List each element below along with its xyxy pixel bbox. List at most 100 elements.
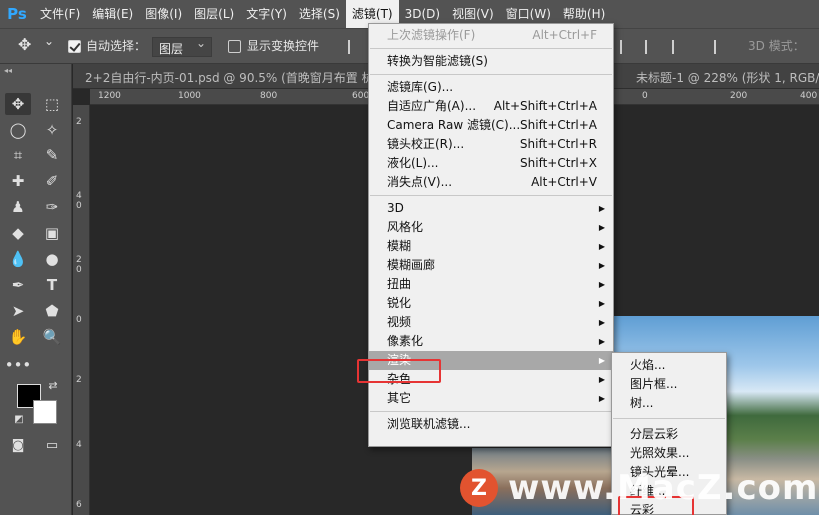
eraser-tool-icon[interactable]: ◆ xyxy=(5,222,31,244)
menu-item-shortcut: Alt+Ctrl+F xyxy=(532,28,597,42)
menu-item-label: 锐化 xyxy=(387,296,412,310)
gradient-tool-icon[interactable]: ▣ xyxy=(39,222,65,244)
filter-menu-item[interactable]: 视频 ▶ xyxy=(369,313,613,332)
ruler-tick-label: 2 0 xyxy=(76,255,82,275)
blur-tool-icon[interactable]: 💧 xyxy=(5,248,31,270)
menu-item-shortcut: Shift+Ctrl+R xyxy=(519,137,597,151)
dodge-tool-icon[interactable]: ● xyxy=(39,248,65,270)
screen-mode-icon[interactable]: ▭ xyxy=(39,434,65,456)
filter-menu-item[interactable]: Camera Raw 滤镜(C)... Shift+Ctrl+A xyxy=(369,116,613,135)
menu-item-label: 滤镜库(G)... xyxy=(387,80,454,94)
render-menu-item[interactable]: 光照效果... xyxy=(612,444,726,463)
menu-item-label: Camera Raw 滤镜(C)... xyxy=(387,118,521,132)
clone-stamp-tool-icon[interactable]: ♟ xyxy=(5,196,31,218)
panel-collapse-icon[interactable]: ◂◂ xyxy=(4,66,12,75)
document-tab-active[interactable]: 2+2自由行-内页-01.psd @ 90.5% (首晚窗月布置 杭 xyxy=(85,69,374,86)
brush-tool-icon[interactable]: ✐ xyxy=(39,170,65,192)
menu-item[interactable]: 文件(F) xyxy=(34,0,86,28)
submenu-arrow-icon: ▶ xyxy=(598,204,605,213)
ruler-tick-label: 2 xyxy=(76,117,82,127)
menu-item-label: 模糊画廊 xyxy=(387,258,436,272)
align-top-icon[interactable] xyxy=(348,40,358,54)
edit-toolbar-icon[interactable]: ••• xyxy=(5,354,32,376)
photoshop-logo: Ps xyxy=(7,5,27,23)
distribute-horizontal-icon[interactable] xyxy=(672,40,682,54)
filter-menu-item[interactable]: 消失点(V)... Alt+Ctrl+V xyxy=(369,173,613,192)
menu-item[interactable]: 图层(L) xyxy=(188,0,240,28)
filter-menu-item[interactable]: 风格化 ▶ xyxy=(369,218,613,237)
ruler-tick-label: 200 xyxy=(730,91,748,101)
ruler-tick-label: 600 xyxy=(352,91,370,101)
menu-item[interactable]: 选择(S) xyxy=(293,0,346,28)
show-transform-checkbox[interactable] xyxy=(228,40,241,53)
default-colors-icon[interactable]: ◩ xyxy=(12,412,26,426)
filter-menu-item[interactable]: 3D ▶ xyxy=(369,199,613,218)
menu-item[interactable]: 文字(Y) xyxy=(240,0,293,28)
auto-select-checkbox[interactable] xyxy=(68,40,81,53)
menu-separator xyxy=(370,74,612,75)
ruler-tick-label: 1200 xyxy=(98,91,121,101)
crop-tool-icon[interactable]: ⌗ xyxy=(5,144,31,166)
align-vcenter-icon[interactable] xyxy=(620,40,630,54)
filter-menu-item[interactable]: 锐化 ▶ xyxy=(369,294,613,313)
healing-brush-tool-icon[interactable]: ✚ xyxy=(5,170,31,192)
pen-tool-icon[interactable]: ✒ xyxy=(5,274,31,296)
type-tool-icon[interactable]: T xyxy=(39,274,65,296)
render-menu-item[interactable]: 火焰... xyxy=(612,356,726,375)
ruler-tick-label: 0 xyxy=(642,91,648,101)
ruler-tick-label: 4 xyxy=(76,440,82,450)
menu-item-label: 镜头校正(R)... xyxy=(387,137,465,151)
submenu-arrow-icon: ▶ xyxy=(598,337,605,346)
menu-item-label: 风格化 xyxy=(387,220,424,234)
magic-wand-tool-icon[interactable]: ✧ xyxy=(39,119,65,141)
eyedropper-tool-icon[interactable]: ✎ xyxy=(39,144,65,166)
lasso-tool-icon[interactable]: ◯ xyxy=(5,119,31,141)
menu-item[interactable]: 编辑(E) xyxy=(86,0,139,28)
filter-menu-item[interactable]: 像素化 ▶ xyxy=(369,332,613,351)
filter-menu-item[interactable]: 滤镜库(G)... xyxy=(369,78,613,97)
menu-item-shortcut: Shift+Ctrl+X xyxy=(520,156,597,170)
quick-mask-icon[interactable]: ◙ xyxy=(5,434,31,456)
auto-align-icon[interactable] xyxy=(714,40,724,54)
menu-item-label: 3D xyxy=(387,201,404,215)
render-menu-item[interactable]: 分层云彩 xyxy=(612,425,726,444)
render-menu-item[interactable]: 图片框... xyxy=(612,375,726,394)
render-menu-item[interactable]: 树... xyxy=(612,394,726,413)
menu-item-shortcut: Alt+Ctrl+V xyxy=(531,175,597,189)
menu-item-label: 转换为智能滤镜(S) xyxy=(387,54,488,68)
filter-menu: 上次滤镜操作(F) Alt+Ctrl+F 转换为智能滤镜(S) 滤镜库(G)... 自适… xyxy=(368,23,614,447)
filter-menu-item[interactable]: 自适应广角(A)... Alt+Shift+Ctrl+A xyxy=(369,97,613,116)
filter-menu-item[interactable]: 模糊 ▶ xyxy=(369,237,613,256)
zoom-tool-icon[interactable]: 🔍 xyxy=(39,326,65,348)
menu-item-label: 浏览联机滤镜... xyxy=(387,417,471,431)
auto-select-target-select[interactable]: 图层 xyxy=(152,36,212,57)
hand-tool-icon[interactable]: ✋ xyxy=(5,326,31,348)
move-tool-icon[interactable]: ✥ xyxy=(5,93,31,115)
submenu-arrow-icon: ▶ xyxy=(598,242,605,251)
submenu-arrow-icon: ▶ xyxy=(598,223,605,232)
filter-menu-item[interactable]: 转换为智能滤镜(S) xyxy=(369,52,613,71)
menu-item-shortcut: Shift+Ctrl+A xyxy=(520,118,597,132)
menu-item[interactable]: 图像(I) xyxy=(139,0,188,28)
watermark-text: www.MacZ.com xyxy=(508,468,819,508)
layer-select-value: 图层 xyxy=(159,42,184,56)
background-color-swatch[interactable] xyxy=(33,400,57,424)
distribute-vcenter-icon[interactable] xyxy=(645,40,655,54)
filter-menu-item[interactable]: 镜头校正(R)... Shift+Ctrl+R xyxy=(369,135,613,154)
filter-menu-item[interactable]: 扭曲 ▶ xyxy=(369,275,613,294)
filter-menu-item[interactable]: 其它 ▶ xyxy=(369,389,613,408)
vertical-ruler: 2 4 0 2 0 0 2 4 6 xyxy=(73,105,90,515)
move-tool-icon[interactable]: ✥ xyxy=(18,35,31,54)
history-brush-tool-icon[interactable]: ✑ xyxy=(39,196,65,218)
ruler-tick-label: 1000 xyxy=(178,91,201,101)
filter-menu-item[interactable]: 液化(L)... Shift+Ctrl+X xyxy=(369,154,613,173)
menu-separator xyxy=(370,195,612,196)
marquee-tool-icon[interactable]: ⬚ xyxy=(39,93,65,115)
swap-colors-icon[interactable]: ⇄ xyxy=(46,378,60,392)
filter-menu-item[interactable]: 模糊画廊 ▶ xyxy=(369,256,613,275)
document-tab-untitled[interactable]: 未标题-1 @ 228% (形状 1, RGB/8 xyxy=(636,69,819,86)
path-selection-tool-icon[interactable]: ➤ xyxy=(5,300,31,322)
filter-menu-item[interactable]: 浏览联机滤镜... xyxy=(369,415,613,434)
shape-tool-icon[interactable]: ⬟ xyxy=(39,300,65,322)
tool-preset-chevron-icon[interactable]: ⌄ xyxy=(44,34,54,48)
